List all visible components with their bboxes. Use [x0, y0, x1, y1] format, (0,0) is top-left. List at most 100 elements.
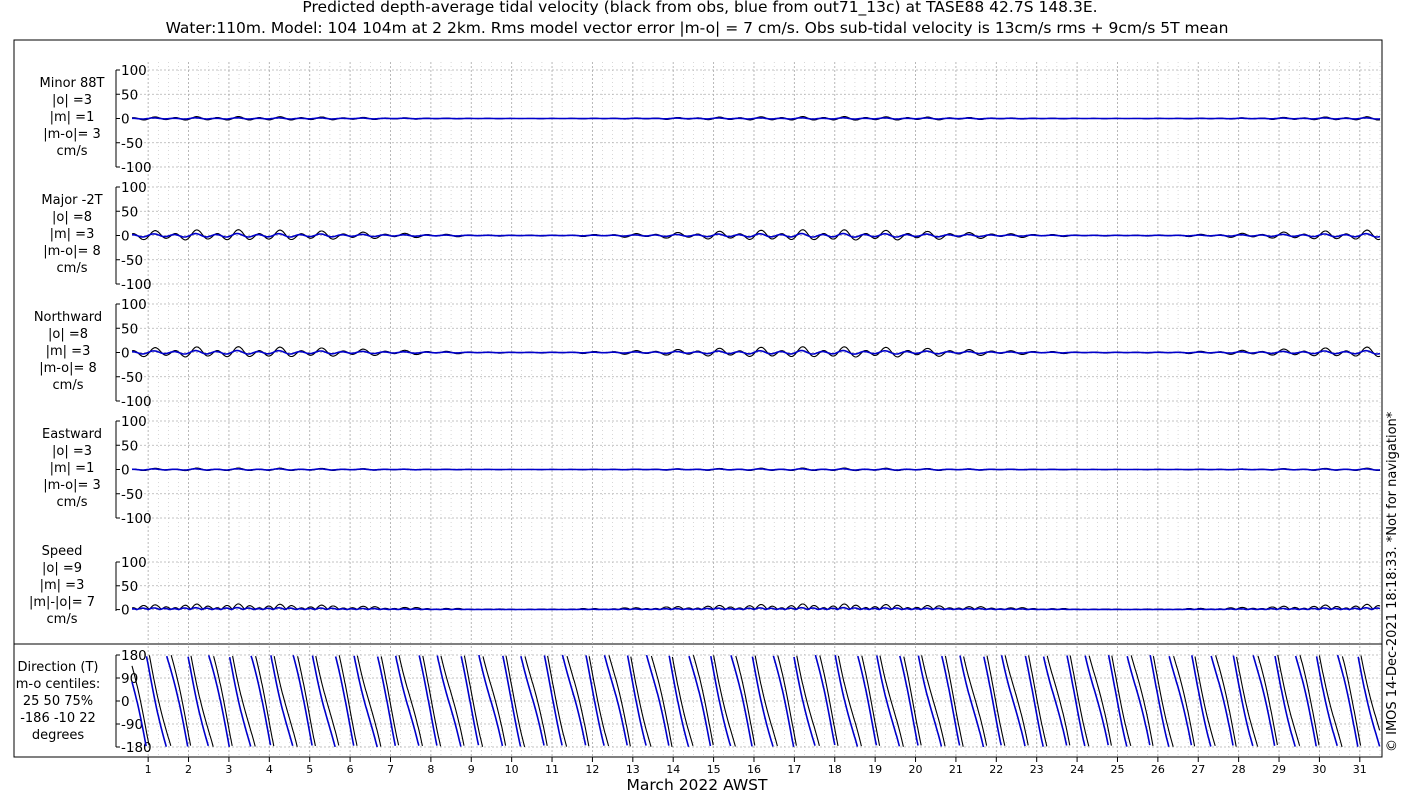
panel-label-line: cm/s — [57, 495, 88, 510]
x-tick-label: 28 — [1232, 763, 1246, 776]
panel-label-line: degrees — [32, 728, 85, 743]
y-tick-label: 100 — [121, 414, 147, 430]
panel-label-line: cm/s — [53, 378, 84, 393]
x-tick-label: 9 — [468, 763, 475, 776]
x-tick-label: 18 — [828, 763, 842, 776]
y-tick-label: 0 — [121, 346, 130, 362]
y-tick-label: -100 — [121, 394, 152, 410]
panels: 100 50 0 -50 -100 Minor 88T |o| =3 |m| =1 |m-o|=… — [16, 63, 1381, 756]
panel-label-line: cm/s — [57, 144, 88, 159]
x-tick-label: 12 — [585, 763, 599, 776]
panel-label-line: |m-o|= 3 — [43, 478, 101, 493]
y-tick-label: 100 — [121, 63, 147, 79]
panel-label-line: cm/s — [57, 261, 88, 276]
chart-title-line-2: Water:110m. Model: 104 104m at 2 2km. Rm… — [166, 19, 1229, 37]
x-tick-label: 15 — [707, 763, 721, 776]
y-tick-label: -180 — [121, 740, 152, 756]
panel-label-line: |m|-|o|= 7 — [29, 595, 95, 610]
upper-panel-frame — [13, 39, 1383, 645]
x-tick-label: 11 — [545, 763, 559, 776]
panel-label-line: |o| =9 — [42, 561, 82, 576]
x-tick-label: 16 — [747, 763, 761, 776]
x-tick-label: 8 — [427, 763, 434, 776]
x-tick-label: 21 — [949, 763, 963, 776]
x-tick-label: 3 — [225, 763, 232, 776]
x-tick-label: 4 — [266, 763, 273, 776]
panel-label-line: |m-o|= 8 — [43, 244, 101, 259]
y-tick-label: 180 — [121, 648, 147, 664]
y-tick-label: -50 — [121, 136, 143, 152]
gridlines — [147, 62, 1381, 757]
y-tick-label: -50 — [121, 487, 143, 503]
y-tick-label: 100 — [121, 555, 147, 571]
x-tick-label: 10 — [505, 763, 519, 776]
x-tick-label: 6 — [347, 763, 354, 776]
panel-label-line: |m| =1 — [50, 461, 95, 476]
panel-label-line: |o| =8 — [52, 210, 92, 225]
y-tick-label: -90 — [121, 717, 143, 733]
y-tick-label: 0 — [121, 463, 130, 479]
panel-label-line: cm/s — [47, 612, 78, 627]
x-tick-label: 23 — [1030, 763, 1044, 776]
x-tick-label: 24 — [1070, 763, 1084, 776]
series-model-line — [132, 468, 1380, 471]
x-tick-label: 2 — [185, 763, 192, 776]
direction-panel-frame — [13, 643, 1383, 758]
panel-label-line: |m| =1 — [50, 110, 95, 125]
panel-label-line: |o| =3 — [52, 93, 92, 108]
panel-label-line: Northward — [34, 310, 102, 325]
x-tick-label: 22 — [989, 763, 1003, 776]
panel-label-line: Eastward — [42, 427, 102, 442]
x-tick-label: 1 — [145, 763, 152, 776]
panel-label-line: 25 50 75% — [23, 694, 93, 709]
x-tick-label: 5 — [306, 763, 313, 776]
panel-label-line: Speed — [42, 544, 83, 559]
panel-label-line: -186 -10 22 — [20, 711, 96, 726]
x-tick-label: 14 — [666, 763, 680, 776]
x-tick-label: 25 — [1110, 763, 1124, 776]
y-tick-label: 0 — [121, 229, 130, 245]
panel-label-line: |m| =3 — [46, 344, 91, 359]
y-tick-label: 50 — [121, 579, 138, 595]
y-tick-label: 100 — [121, 180, 147, 196]
x-tick-label: 30 — [1312, 763, 1326, 776]
y-tick-label: -50 — [121, 253, 143, 269]
x-axis: 1 2 3 4 5 6 7 8 9 10 11 12 13 14 15 16 17 18 19 20 21 22 23 24 2… — [145, 757, 1367, 776]
tidal-velocity-chart: Predicted depth-average tidal velocity (… — [13, 0, 1400, 794]
y-tick-label: 100 — [121, 297, 147, 313]
y-tick-label: -100 — [121, 511, 152, 527]
panel-label-line: |m-o|= 8 — [39, 361, 97, 376]
panel-label-line: |o| =8 — [48, 327, 88, 342]
x-tick-label: 20 — [909, 763, 923, 776]
x-tick-label: 29 — [1272, 763, 1286, 776]
panel-label-line: Major -2T — [41, 193, 102, 208]
x-tick-label: 27 — [1191, 763, 1205, 776]
panel-major: 100 50 0 -50 -100 Major -2T |o| =8 |m| =3 |m-o|=… — [41, 180, 1381, 293]
panel-minor: 100 50 0 -50 -100 Minor 88T |o| =3 |m| =1 |m-o|=… — [40, 63, 1381, 176]
y-tick-label: -50 — [121, 370, 143, 386]
panel-label-line: m-o centiles: — [16, 677, 101, 692]
panel-label-line: |o| =3 — [52, 444, 92, 459]
x-tick-label: 17 — [787, 763, 801, 776]
x-tick-label: 7 — [387, 763, 394, 776]
watermark-text: © IMOS 14-Dec-2021 18:18:33. *Not for na… — [1385, 411, 1400, 752]
y-tick-label: 0 — [121, 694, 130, 710]
panel-direction: 180900-90-180Direction (T)m-o centiles:2… — [16, 648, 1381, 756]
panel-speed: 100 50 0 Speed |o| =9 |m| =3 |m|-|o|= 7 cm/s — [29, 544, 1381, 627]
x-tick-label: 31 — [1353, 763, 1367, 776]
y-tick-label: 50 — [121, 204, 138, 220]
x-tick-label: 26 — [1151, 763, 1165, 776]
panel-eastward: 100 50 0 -50 -100 Eastward |o| =3 |m| =1 |m-o|= … — [42, 414, 1381, 527]
y-tick-label: 0 — [121, 603, 130, 619]
y-tick-label: -100 — [121, 277, 152, 293]
series-model-line — [132, 117, 1380, 120]
panel-northward: 100 50 0 -50 -100 Northward |o| =8 |m| =3 |m-o|=… — [34, 297, 1381, 410]
y-tick-label: 50 — [121, 87, 138, 103]
panel-label-line: Direction (T) — [18, 660, 99, 675]
x-tick-label: 19 — [868, 763, 882, 776]
panel-label-line: |m| =3 — [50, 227, 95, 242]
chart-title-line-1: Predicted depth-average tidal velocity (… — [302, 0, 1097, 17]
y-tick-label: -100 — [121, 160, 152, 176]
x-axis-label: March 2022 AWST — [627, 776, 768, 794]
y-tick-label: 0 — [121, 112, 130, 128]
